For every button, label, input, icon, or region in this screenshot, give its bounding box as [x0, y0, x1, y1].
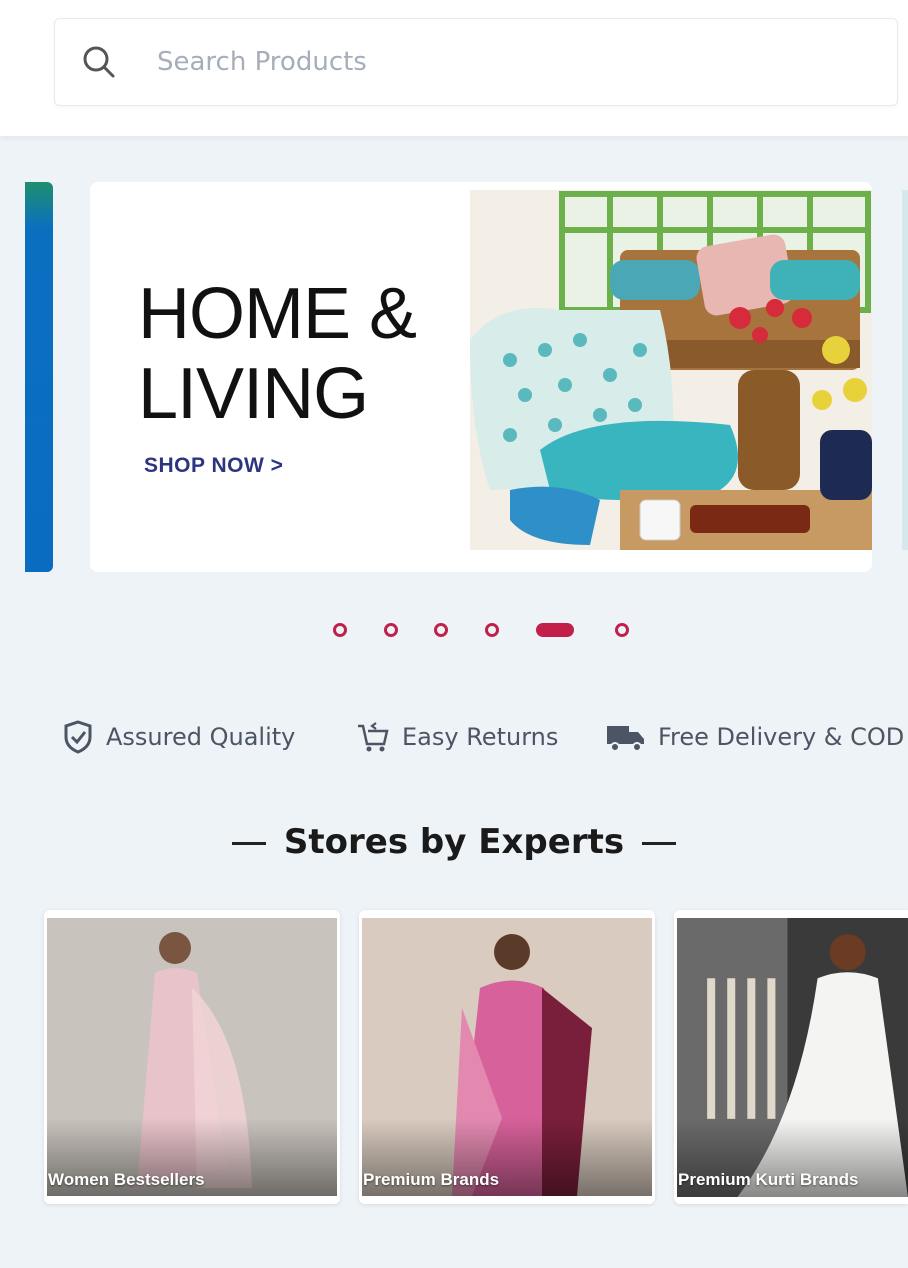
store-image	[362, 918, 652, 1196]
section-title-text: Stores by Experts	[283, 822, 625, 862]
carousel-indicators	[0, 620, 908, 640]
search-input[interactable]	[157, 47, 757, 77]
store-card-premium-brands[interactable]: Premium Brands	[359, 910, 655, 1204]
carousel-dot[interactable]	[384, 623, 398, 637]
feature-label: Easy Returns	[402, 723, 559, 751]
features-strip: Assured Quality Easy Returns Free Delive…	[0, 712, 908, 762]
previous-banner-peek[interactable]	[25, 182, 53, 572]
title-dash-left	[231, 842, 266, 845]
feature-label: Assured Quality	[106, 723, 296, 751]
carousel-dot[interactable]	[485, 623, 499, 637]
search-bar[interactable]	[54, 18, 898, 106]
carousel-dot[interactable]	[333, 623, 347, 637]
store-label: Women Bestsellers	[48, 1170, 205, 1189]
next-banner-peek[interactable]	[902, 190, 908, 550]
store-card-premium-kurti-brands[interactable]: Premium Kurti Brands	[674, 910, 908, 1204]
store-label: Premium Kurti Brands	[678, 1170, 859, 1189]
shield-check-icon	[64, 720, 92, 754]
shop-now-link[interactable]: SHOP NOW >	[144, 454, 283, 478]
store-card-women-bestsellers[interactable]: Women Bestsellers	[44, 910, 340, 1204]
banner-title: HOME & LIVING	[138, 274, 518, 434]
feature-easy-returns: Easy Returns	[356, 712, 558, 762]
carousel-dot-active[interactable]	[536, 623, 574, 637]
stores-section-title: Stores by Experts	[0, 822, 908, 862]
feature-label: Free Delivery & COD	[658, 723, 905, 751]
store-image	[47, 918, 337, 1196]
delivery-truck-icon	[607, 726, 644, 752]
stores-row: Women Bestsellers Premium Brands Premium…	[0, 910, 908, 1210]
feature-free-delivery: Free Delivery & COD	[606, 712, 904, 762]
search-icon[interactable]	[79, 42, 119, 82]
carousel-dot[interactable]	[615, 623, 629, 637]
home-living-banner[interactable]: HOME & LIVING SHOP NOW >	[90, 182, 872, 572]
home-decor-image	[470, 190, 872, 550]
carousel-dot[interactable]	[434, 623, 448, 637]
header	[0, 0, 908, 136]
store-label: Premium Brands	[363, 1170, 500, 1189]
banner-title-line1: HOME &	[138, 274, 417, 354]
banner-title-line2: LIVING	[138, 354, 369, 434]
feature-assured-quality: Assured Quality	[62, 712, 295, 762]
cart-return-icon	[358, 722, 389, 752]
title-dash-right	[642, 842, 677, 845]
store-image	[677, 918, 908, 1198]
